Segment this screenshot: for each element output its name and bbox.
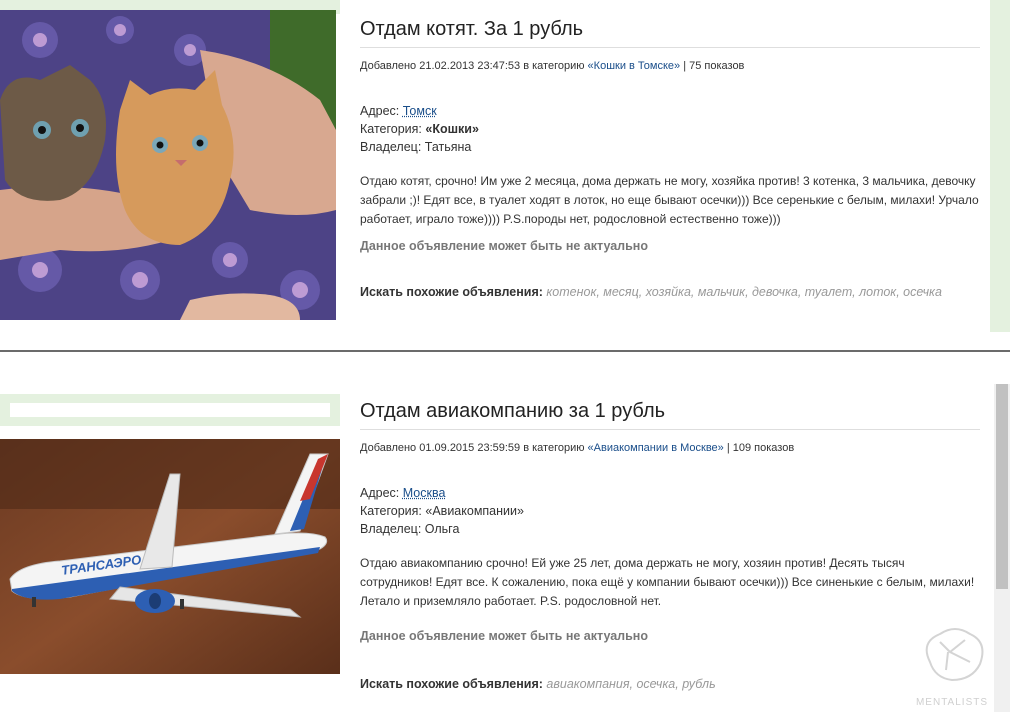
similar-tags[interactable]: котенок, месяц, хозяйка, мальчик, девочк… [543,285,942,299]
category-link[interactable]: «Авиакомпании в Москве» [588,442,724,454]
address-link[interactable]: Томск [403,104,437,118]
watermark-text: MENTALISTS [915,697,989,708]
similar-search: Искать похожие объявления: авиакомпания,… [360,677,980,691]
owner-label: Владелец: [360,140,425,154]
kittens-photo[interactable] [0,10,336,320]
category-label: Категория: [360,122,426,136]
category-value: «Кошки» [425,122,479,136]
view-count: | 109 показов [723,442,795,454]
stale-notice: Данное объявление может быть не актуальн… [360,239,648,253]
listing-meta: Добавлено 01.09.2015 23:59:59 в категори… [360,442,980,454]
vertical-scrollbar[interactable] [994,384,1010,712]
address-link[interactable]: Москва [403,486,446,500]
owner-row: Владелец: Ольга [360,520,980,538]
view-count: | 75 показов [680,60,745,72]
address-row: Адрес: Томск [360,102,980,120]
mentalists-watermark: MENTALISTS [910,622,994,708]
address-label: Адрес: [360,486,403,500]
address-row: Адрес: Москва [360,484,980,502]
category-row: Категория: «Авиакомпании» [360,502,980,520]
kittens-image [0,10,336,320]
listing-content: Отдам авиакомпанию за 1 рубль Добавлено … [360,400,980,691]
stale-notice: Данное объявление может быть не актуальн… [360,629,648,643]
category-link[interactable]: «Кошки в Томске» [588,60,681,72]
screenshot-divider [0,350,1010,352]
listing-content: Отдам котят. За 1 рубль Добавлено 21.02.… [360,18,980,299]
brain-icon [925,628,984,682]
category-row: Категория: «Кошки» [360,120,980,138]
similar-label: Искать похожие объявления: [360,285,543,299]
category-value: «Авиакомпании» [425,504,524,518]
similar-tags[interactable]: авиакомпания, осечка, рубль [543,677,715,691]
photo-frame-top [0,394,340,426]
listing-info: Адрес: Томск Категория: «Кошки» Владелец… [360,102,980,156]
address-label: Адрес: [360,104,403,118]
listing-info: Адрес: Москва Категория: «Авиакомпании» … [360,484,980,538]
listing-title[interactable]: Отдам котят. За 1 рубль [360,18,980,48]
right-stripe [990,0,1010,332]
listing-meta: Добавлено 21.02.2013 23:47:53 в категори… [360,60,980,72]
owner-label: Владелец: [360,522,425,536]
similar-search: Искать похожие объявления: котенок, меся… [360,285,980,299]
owner-value: Ольга [424,522,460,536]
similar-label: Искать похожие объявления: [360,677,543,691]
listing-description: Отдаю котят, срочно! Им уже 2 месяца, до… [360,174,979,226]
airplane-image: ТРАНСАЭРО [0,439,340,674]
listing-title[interactable]: Отдам авиакомпанию за 1 рубль [360,400,980,430]
owner-row: Владелец: Татьяна [360,138,980,156]
meta-date: Добавлено 01.09.2015 23:59:59 в категори… [360,442,588,454]
category-label: Категория: [360,504,426,518]
listing-card-kittens: Отдам котят. За 1 рубль Добавлено 21.02.… [0,0,1010,350]
owner-value: Татьяна [424,140,472,154]
listing-card-airline: ТРАНСАЭРО Отдам авиакомпанию за 1 рубль … [0,354,1010,712]
airplane-photo[interactable]: ТРАНСАЭРО [0,439,340,674]
scrollbar-thumb[interactable] [996,384,1008,589]
meta-date: Добавлено 21.02.2013 23:47:53 в категори… [360,60,588,72]
listing-description: Отдаю авиакомпанию срочно! Ей уже 25 лет… [360,556,975,608]
frame-inner [10,403,330,417]
